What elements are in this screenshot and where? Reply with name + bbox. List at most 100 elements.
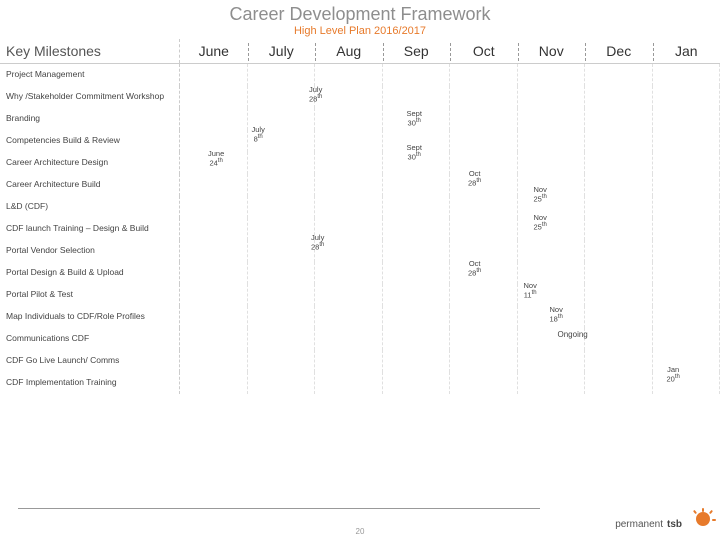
cell (518, 372, 586, 394)
cell (315, 240, 383, 262)
date-day: 25th (534, 222, 547, 232)
date-ordinal: th (532, 290, 537, 296)
cell (585, 328, 653, 350)
milestone-date: July28th (309, 86, 322, 104)
row-cells: Nov25th (180, 196, 720, 218)
date-ordinal: th (218, 158, 223, 164)
cell (653, 284, 720, 306)
month-header-sep: Sep (383, 39, 451, 63)
row-cells: June24thSept30th (180, 152, 720, 174)
date-day: 25th (534, 194, 547, 204)
cell (248, 240, 316, 262)
row-cells: Nov11th (180, 284, 720, 306)
date-day-num: 24 (209, 159, 217, 168)
brand-text-1: permanent (615, 519, 663, 530)
row-cells: Oct28th (180, 262, 720, 284)
milestone-date: July8th (252, 126, 265, 144)
table-row: CDF Implementation TrainingJan20th (0, 372, 720, 394)
row-label: Branding (0, 108, 180, 130)
row-label: Portal Pilot & Test (0, 284, 180, 306)
row-label: Competencies Build & Review (0, 130, 180, 152)
cell (450, 196, 518, 218)
cell (450, 86, 518, 108)
cell (450, 350, 518, 372)
cell (450, 240, 518, 262)
cell (180, 196, 248, 218)
cell (383, 86, 451, 108)
cell (518, 240, 586, 262)
cell (653, 306, 720, 328)
date-ordinal: th (319, 242, 324, 248)
cell (585, 350, 653, 372)
table-row: Portal Vendor SelectionJuly28th (0, 240, 720, 262)
cell (315, 328, 383, 350)
cell (383, 196, 451, 218)
table-row: Competencies Build & ReviewJuly8th (0, 130, 720, 152)
row-cells: Nov18th (180, 306, 720, 328)
date-day: 30th (407, 152, 422, 162)
cell (180, 108, 248, 130)
date-day-num: 25 (534, 195, 542, 204)
date-day: 8th (252, 134, 265, 144)
table-row: Communications CDFOngoing (0, 328, 720, 350)
row-label: Career Architecture Build (0, 174, 180, 196)
date-day: 28th (468, 268, 481, 278)
milestone-date: Oct28th (468, 170, 481, 188)
row-cells: July8th (180, 130, 720, 152)
month-header-aug: Aug (315, 39, 383, 63)
date-month: Oct (468, 170, 481, 178)
row-cells (180, 64, 720, 86)
date-month: Nov (534, 186, 547, 194)
cell (653, 174, 720, 196)
cell (383, 240, 451, 262)
cell (383, 350, 451, 372)
milestone-date: Jan20th (667, 366, 680, 384)
cell (180, 284, 248, 306)
cell (248, 196, 316, 218)
cell (248, 64, 316, 86)
table-row: Portal Design & Build & UploadOct28th (0, 262, 720, 284)
cell (653, 86, 720, 108)
date-month: Jan (667, 366, 680, 374)
cell (585, 130, 653, 152)
cell (450, 372, 518, 394)
page-subtitle: High Level Plan 2016/2017 (0, 25, 720, 39)
cell (518, 108, 586, 130)
cell (315, 350, 383, 372)
page-number: 20 (356, 527, 365, 536)
milestone-date: July28th (311, 234, 324, 252)
row-cells (180, 350, 720, 372)
table-row: Portal Pilot & TestNov11th (0, 284, 720, 306)
date-ordinal: th (317, 94, 322, 100)
date-month: Nov (550, 306, 563, 314)
cell (180, 328, 248, 350)
month-header-oct: Oct (450, 39, 518, 63)
cell (653, 130, 720, 152)
cell (585, 86, 653, 108)
header-row: Key Milestones JuneJulyAugSepOctNovDecJa… (0, 39, 720, 64)
date-day: 28th (309, 94, 322, 104)
date-day-num: 20 (667, 375, 675, 384)
cell (653, 262, 720, 284)
table-row: CDF Go Live Launch/ Comms (0, 350, 720, 372)
date-day: 20th (667, 374, 680, 384)
milestone-grid: Project ManagementWhy /Stakeholder Commi… (0, 64, 720, 394)
cell (383, 372, 451, 394)
cell (518, 196, 586, 218)
cell (248, 86, 316, 108)
key-milestones-label: Key Milestones (0, 39, 180, 63)
cell (315, 372, 383, 394)
cell (315, 262, 383, 284)
cell (653, 196, 720, 218)
cell (518, 350, 586, 372)
cell (180, 86, 248, 108)
cell (248, 262, 316, 284)
cell (315, 86, 383, 108)
cell (383, 64, 451, 86)
cell (315, 64, 383, 86)
cell (383, 174, 451, 196)
row-label: Project Management (0, 64, 180, 86)
date-day: 30th (407, 118, 422, 128)
milestone-date: Sept30th (407, 144, 422, 162)
brand-logo: permanent tsb (615, 512, 710, 530)
